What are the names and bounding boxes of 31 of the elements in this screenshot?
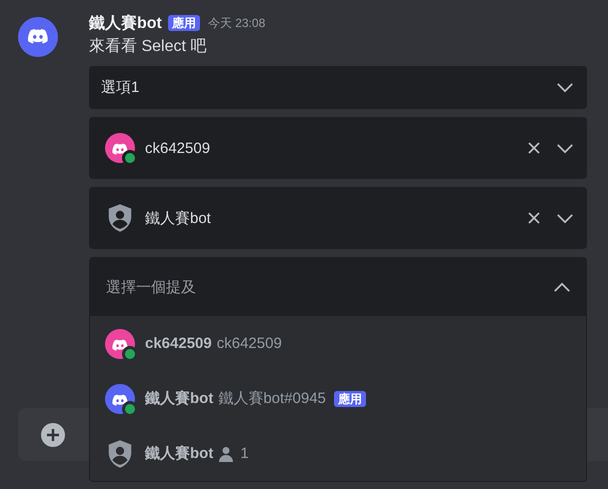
person-icon: [218, 444, 234, 462]
option-username: ck642509: [216, 335, 282, 352]
selected-value: 選項1: [101, 78, 140, 97]
app-tag: 應用: [334, 390, 366, 406]
message-text: 來看看 Select 吧: [89, 36, 208, 57]
mention-option[interactable]: 鐵人賽bot 鐵人賽bot#0945 應用: [90, 371, 586, 426]
timestamp: 今天 23:08: [208, 14, 266, 32]
app-tag: 應用: [168, 15, 200, 31]
select-menu[interactable]: 選項1: [89, 66, 587, 109]
author-name[interactable]: 鐵人賽bot: [89, 12, 162, 34]
option-name: ck642509: [145, 335, 212, 352]
chevron-down-icon[interactable]: [556, 82, 574, 93]
option-name: 鐵人賽bot: [145, 389, 214, 408]
selected-value: 鐵人賽bot: [145, 208, 211, 228]
chevron-down-icon[interactable]: [556, 212, 574, 224]
chevron-up-icon[interactable]: [553, 282, 571, 292]
option-username: 鐵人賽bot#0945: [218, 389, 326, 408]
bot-avatar[interactable]: [18, 17, 58, 57]
option-name: 鐵人賽bot: [145, 444, 214, 463]
member-count: 1: [240, 445, 249, 462]
clear-icon[interactable]: [526, 210, 542, 226]
selected-value: ck642509: [145, 140, 210, 156]
select-header[interactable]: 選擇一個提及: [90, 258, 586, 316]
mention-option[interactable]: 鐵人賽bot 1: [90, 426, 586, 481]
add-icon[interactable]: [41, 422, 65, 446]
clear-icon[interactable]: [526, 140, 542, 156]
select-placeholder: 選擇一個提及: [106, 278, 196, 296]
select-menu[interactable]: ck642509: [89, 117, 587, 179]
select-menu[interactable]: 鐵人賽bot: [89, 187, 587, 249]
mention-option[interactable]: ck642509 ck642509: [90, 316, 586, 371]
chevron-down-icon[interactable]: [556, 142, 574, 154]
